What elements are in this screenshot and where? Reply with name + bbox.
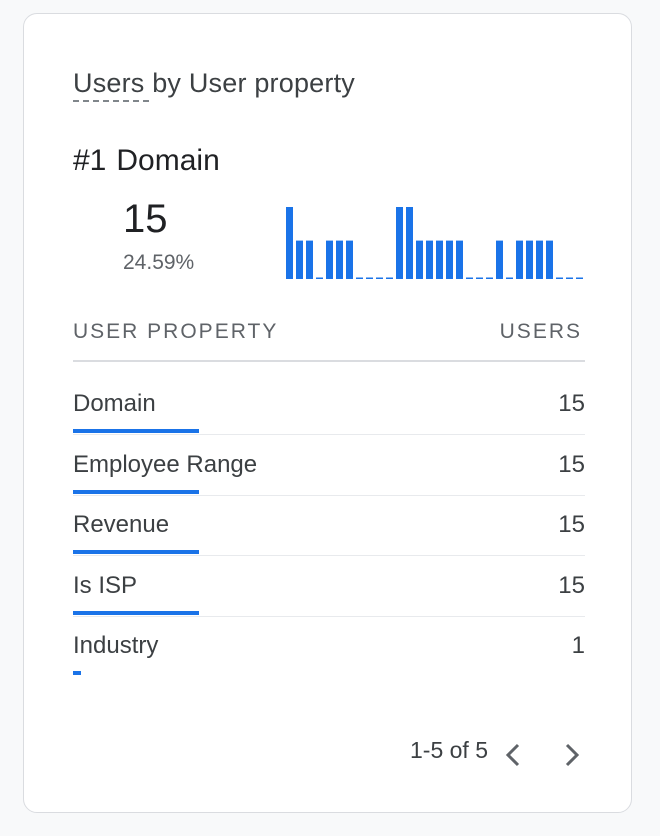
row-value: 15 bbox=[558, 390, 585, 417]
sparkline-zero-mark bbox=[356, 277, 363, 279]
row-label: Employee Range bbox=[73, 451, 258, 478]
top-item-heading: #1 Domain bbox=[73, 144, 220, 178]
sparkline-bar bbox=[336, 240, 343, 279]
sparkline-zero-mark bbox=[316, 277, 323, 279]
sparkline-bar bbox=[346, 240, 353, 279]
row-bar-fill bbox=[73, 490, 199, 494]
sparkline-bar bbox=[286, 207, 293, 279]
sparkline-zero-mark bbox=[386, 277, 393, 279]
card-title[interactable]: Users by User property bbox=[73, 68, 355, 99]
row-bar-fill bbox=[73, 671, 82, 675]
users-by-user-property-card: Users by User property #1 Domain 15 24.59… bbox=[23, 13, 632, 813]
row-bar bbox=[73, 611, 199, 615]
sparkline-bar bbox=[416, 240, 423, 279]
chevron-left-icon bbox=[505, 743, 520, 767]
sparkline-bar bbox=[326, 240, 333, 279]
sparkline-bar bbox=[396, 207, 403, 279]
top-rank: #1 bbox=[73, 144, 107, 177]
sparkline-zero-mark bbox=[486, 277, 493, 279]
row-value: 1 bbox=[571, 632, 585, 659]
sparkline-bar bbox=[456, 240, 463, 279]
sparkline-bar bbox=[426, 240, 433, 279]
chevron-right-icon bbox=[565, 743, 580, 767]
row-value: 15 bbox=[558, 572, 585, 599]
table-row[interactable]: Is ISP 15 bbox=[73, 556, 585, 617]
row-bar-fill bbox=[73, 550, 199, 554]
column-header-users: USERS bbox=[499, 320, 582, 343]
row-label: Is ISP bbox=[73, 572, 138, 599]
column-header-user-property: USER PROPERTY bbox=[73, 320, 279, 343]
header-divider bbox=[73, 360, 585, 362]
row-label: Domain bbox=[73, 390, 156, 417]
row-value: 15 bbox=[558, 451, 585, 478]
sparkline-zero-mark bbox=[556, 277, 563, 279]
table-row[interactable]: Industry 1 bbox=[73, 616, 585, 676]
row-bar bbox=[73, 429, 199, 433]
row-bar bbox=[73, 490, 199, 494]
sparkline-bar bbox=[306, 240, 313, 279]
row-bar-fill bbox=[73, 429, 199, 433]
sparkline-bar bbox=[546, 240, 553, 279]
row-value: 15 bbox=[558, 511, 585, 538]
row-label: Industry bbox=[73, 632, 159, 659]
sparkline-bar bbox=[296, 240, 303, 279]
pagination-range: 1-5 of 5 bbox=[410, 737, 488, 763]
sparkline-bar bbox=[436, 240, 443, 279]
sparkline-bar bbox=[516, 240, 523, 279]
sparkline-bar bbox=[406, 207, 413, 279]
sparkline-bar bbox=[536, 240, 543, 279]
sparkline-zero-mark bbox=[576, 277, 583, 279]
next-page-button[interactable] bbox=[554, 738, 588, 772]
sparkline-bar bbox=[446, 240, 453, 279]
sparkline-chart bbox=[286, 207, 583, 279]
row-bar bbox=[73, 671, 199, 675]
title-dashed-underline bbox=[73, 100, 149, 102]
top-item-name: Domain bbox=[116, 144, 220, 177]
sparkline-zero-mark bbox=[466, 277, 473, 279]
table-row[interactable]: Revenue 15 bbox=[73, 495, 585, 556]
sparkline-zero-mark bbox=[566, 277, 573, 279]
row-bar-fill bbox=[73, 611, 199, 615]
sparkline-bar bbox=[496, 240, 503, 279]
sparkline-zero-mark bbox=[366, 277, 373, 279]
sparkline-zero-mark bbox=[476, 277, 483, 279]
top-item-percent: 24.59% bbox=[123, 251, 195, 274]
table-row[interactable]: Employee Range 15 bbox=[73, 435, 585, 496]
previous-page-button[interactable] bbox=[497, 738, 531, 772]
row-bar bbox=[73, 550, 199, 554]
table-row[interactable]: Domain 15 bbox=[73, 374, 585, 435]
sparkline-bar bbox=[526, 240, 533, 279]
sparkline-zero-mark bbox=[376, 277, 383, 279]
sparkline-zero-mark bbox=[506, 277, 513, 279]
top-item-value: 15 bbox=[123, 197, 168, 241]
row-label: Revenue bbox=[73, 511, 170, 538]
